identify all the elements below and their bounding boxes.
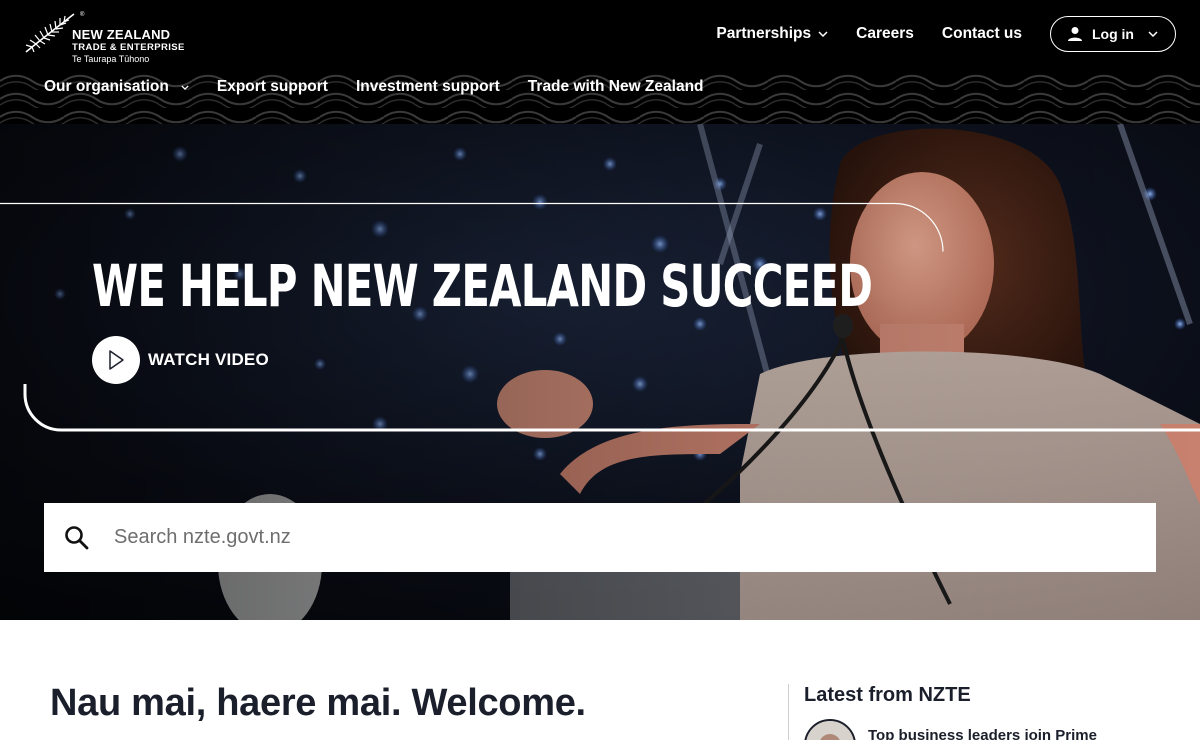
nzte-logo[interactable]: ® NEW ZEALAND TRADE & ENTERPRISE Te Taur… [22, 12, 192, 66]
login-label: Log in [1092, 26, 1134, 42]
subnav-our-organisation-label: Our organisation [44, 78, 169, 95]
hero-title: WE HELP NEW ZEALAND SUCCEED [92, 252, 873, 320]
news-photo [806, 721, 854, 740]
play-button[interactable] [92, 336, 140, 384]
latest-news-heading: Latest from NZTE [804, 684, 971, 706]
watch-video-label: WATCH VIDEO [148, 350, 269, 369]
subnav-our-organisation[interactable]: Our organisation [44, 78, 189, 96]
subnav-trade-with-nz-label: Trade with New Zealand [527, 78, 704, 95]
logo-line-2: TRADE & ENTERPRISE [72, 42, 185, 53]
subnav-investment-support-label: Investment support [355, 78, 500, 95]
logo-line-3: Te Taurapa Tūhono [72, 54, 150, 64]
nav-contact-us-label: Contact us [941, 25, 1022, 42]
fern-icon [25, 13, 75, 53]
chevron-down-icon [818, 31, 828, 37]
news-thumbnail[interactable] [804, 719, 856, 740]
nav-careers[interactable]: Careers [856, 25, 914, 43]
search-input[interactable] [114, 526, 1094, 549]
nav-careers-label: Careers [856, 25, 914, 42]
subnav-trade-with-nz[interactable]: Trade with New Zealand [528, 78, 704, 96]
news-item-link[interactable]: Top business leaders join Prime [868, 727, 1097, 740]
registered-mark: ® [80, 12, 85, 18]
play-icon [109, 350, 124, 370]
welcome-heading: Nau mai, haere mai. Welcome. [50, 682, 586, 724]
site-header: ® NEW ZEALAND TRADE & ENTERPRISE Te Taur… [0, 0, 1200, 124]
nav-contact-us[interactable]: Contact us [942, 25, 1022, 43]
top-nav: Partnerships Careers Contact us [688, 24, 1022, 44]
watch-video-button[interactable]: WATCH VIDEO [92, 336, 269, 384]
login-button[interactable]: Log in [1050, 16, 1176, 52]
sub-nav: Our organisation Export support Investme… [44, 78, 732, 96]
chevron-down-icon [181, 84, 189, 90]
nav-partnerships-label: Partnerships [716, 25, 812, 42]
chevron-down-icon [1148, 31, 1158, 37]
nav-partnerships[interactable]: Partnerships [716, 25, 828, 43]
user-icon [1068, 27, 1082, 41]
subnav-export-support-label: Export support [216, 78, 328, 95]
search-bar [44, 503, 1156, 572]
logo-line-1: NEW ZEALAND [72, 27, 171, 42]
hero-banner: WE HELP NEW ZEALAND SUCCEED WATCH VIDEO [0, 124, 1200, 620]
content-divider [788, 684, 789, 740]
subnav-export-support[interactable]: Export support [217, 78, 328, 96]
search-icon[interactable] [64, 525, 90, 551]
subnav-investment-support[interactable]: Investment support [356, 78, 500, 96]
